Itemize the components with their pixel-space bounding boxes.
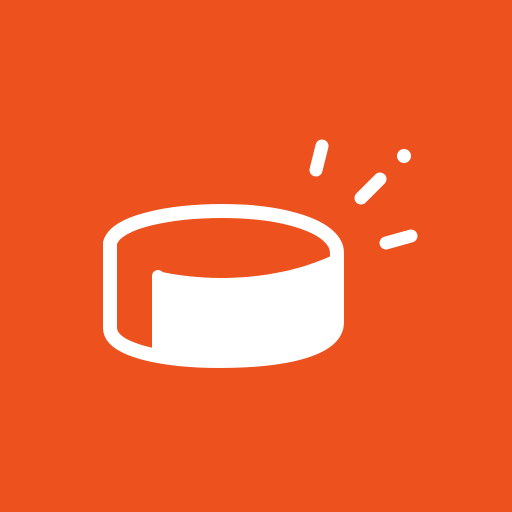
impact-line-1 — [309, 139, 329, 177]
impact-line-2 — [354, 172, 387, 205]
hockey-puck-icon — [103, 139, 418, 368]
impact-line-3 — [379, 229, 418, 250]
app-icon — [0, 0, 512, 512]
impact-dot — [397, 149, 411, 163]
